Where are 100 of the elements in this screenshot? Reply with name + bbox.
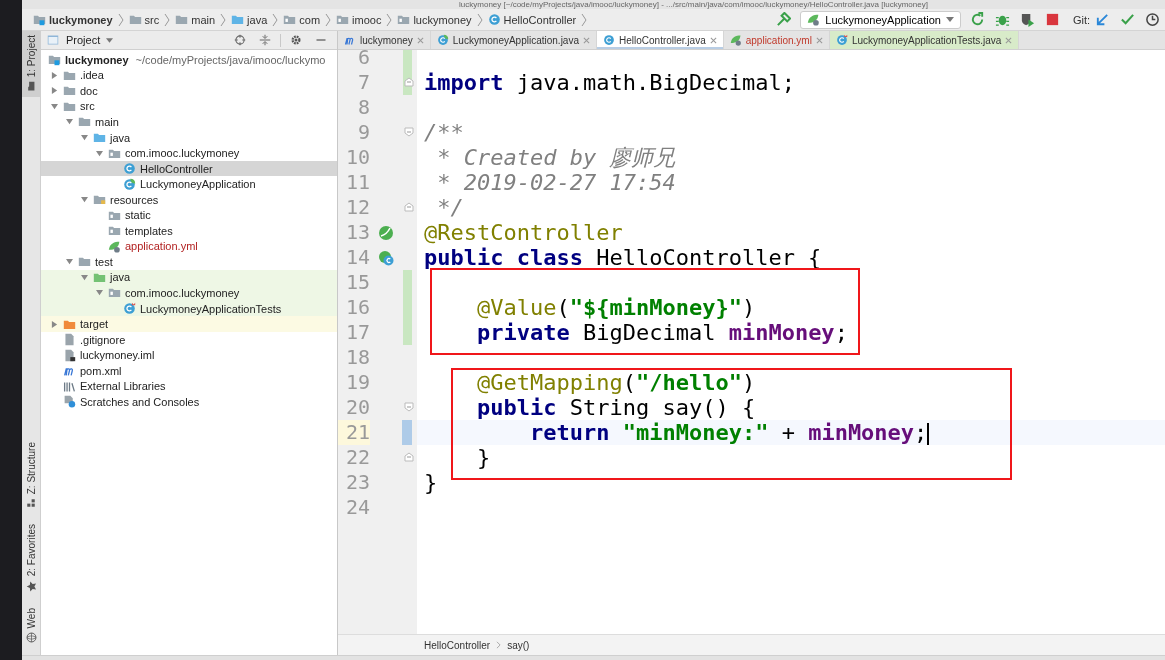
expanded-arrow-icon[interactable] [81, 134, 88, 141]
run-configuration-dropdown[interactable]: LuckymoneyApplication [800, 10, 961, 29]
editor-breadcrumb-item[interactable]: HelloController [424, 639, 491, 651]
close-icon[interactable] [583, 36, 590, 44]
folder-icon [78, 255, 91, 269]
expanded-arrow-icon[interactable] [51, 102, 58, 110]
close-icon[interactable] [709, 36, 717, 44]
source-folder-icon [231, 13, 245, 26]
collapsed-arrow-icon[interactable] [51, 320, 58, 328]
tree-item[interactable]: resources [110, 193, 159, 206]
stop-icon[interactable] [1044, 12, 1060, 27]
expanded-arrow-icon[interactable] [96, 289, 103, 297]
bean-icon[interactable] [377, 224, 394, 241]
chevron-icon [496, 641, 502, 649]
chevron-icon [325, 12, 332, 27]
tree-item[interactable]: java [110, 131, 131, 144]
tree-item[interactable]: test [95, 255, 113, 268]
project-root-name[interactable]: luckymoney [65, 53, 129, 66]
spring-class-icon[interactable] [377, 249, 394, 266]
tree-item[interactable]: static [125, 209, 151, 222]
tool-window-tab[interactable]: 2: Favorites [22, 520, 40, 598]
collapsed-arrow-icon[interactable] [51, 87, 58, 95]
tree-item[interactable]: pom.xml [80, 364, 122, 377]
spring-class-icon [436, 34, 449, 46]
breadcrumb-item[interactable]: luckymoney [30, 13, 116, 26]
change-marker[interactable] [403, 320, 412, 345]
tool-window-tab[interactable]: Z: Structure [22, 438, 40, 515]
chevron-icon [386, 12, 393, 27]
expanded-arrow-icon[interactable] [66, 118, 73, 126]
tree-item[interactable]: templates [125, 224, 173, 237]
expanded-arrow-icon[interactable] [96, 149, 103, 157]
fold-marker-icon[interactable] [404, 202, 414, 212]
folder-icon [175, 13, 189, 26]
settings-icon[interactable] [290, 34, 302, 46]
tree-item[interactable]: External Libraries [80, 380, 166, 393]
project-view-dropdown[interactable]: Project [64, 34, 116, 46]
tree-item[interactable]: .gitignore [80, 333, 126, 346]
expanded-arrow-icon[interactable] [81, 273, 88, 281]
fold-marker-icon[interactable] [404, 402, 414, 412]
tree-item[interactable]: java [110, 271, 131, 284]
change-marker[interactable] [403, 270, 412, 295]
git-label: Git: [1072, 13, 1090, 26]
tree-item[interactable]: com.imooc.luckymoney [125, 147, 240, 160]
clock-icon[interactable] [1145, 12, 1160, 27]
editor-tab[interactable]: application.yml [723, 31, 830, 49]
tree-item[interactable]: application.yml [125, 240, 198, 253]
line-number: 14 [344, 245, 370, 270]
tree-item[interactable]: target [80, 318, 109, 331]
editor-tab[interactable]: HelloController.java [597, 31, 724, 49]
code-line: public String say() { [477, 395, 756, 420]
collapse-all-icon[interactable] [259, 34, 271, 46]
code-line: @RestController [424, 220, 623, 245]
expanded-arrow-icon[interactable] [66, 258, 73, 266]
tool-window-tab[interactable]: Web [22, 603, 40, 649]
breadcrumb-item[interactable]: com [280, 13, 324, 26]
fold-marker-icon[interactable] [404, 127, 414, 137]
close-icon[interactable] [416, 36, 424, 44]
arrow-down-left-icon[interactable] [1095, 12, 1110, 27]
hammer-icon[interactable] [776, 12, 792, 27]
tree-item[interactable]: luckymoney.iml [80, 349, 155, 362]
line-number: 11 [344, 170, 370, 195]
star-icon [25, 580, 37, 592]
line-number: 17 [344, 320, 370, 345]
breadcrumb-item[interactable]: java [228, 13, 271, 26]
code-line: } [424, 470, 438, 495]
fold-marker-icon[interactable] [404, 77, 414, 87]
line-number: 18 [344, 345, 370, 370]
caret-icon [106, 37, 114, 43]
breadcrumb-item[interactable]: luckymoney [394, 13, 475, 26]
line-number: 23 [344, 470, 370, 495]
editor-tab[interactable]: luckymoney [338, 31, 431, 49]
code-line: private BigDecimal minMoney; [477, 320, 848, 345]
line-number: 16 [344, 295, 370, 320]
leaf-config-icon [729, 34, 742, 46]
tool-window-tab[interactable]: 1: Project [22, 31, 40, 98]
close-icon[interactable] [1005, 36, 1013, 44]
close-icon[interactable] [815, 36, 823, 44]
tree-item[interactable]: HelloController [140, 162, 213, 175]
breadcrumb-item[interactable]: imooc [333, 13, 385, 26]
checkmark-icon[interactable] [1120, 12, 1135, 27]
tree-item[interactable]: main [95, 115, 119, 128]
line-number: 19 [344, 370, 370, 395]
breadcrumb-item[interactable]: HelloController [484, 13, 580, 26]
change-marker[interactable] [403, 50, 412, 70]
editor-tab[interactable]: LuckymoneyApplicationTests.java [829, 31, 1020, 49]
expanded-arrow-icon[interactable] [81, 196, 88, 204]
editor-breadcrumb-item[interactable]: say() [507, 639, 530, 651]
fold-marker-icon[interactable] [404, 452, 414, 462]
tree-item[interactable]: LuckymoneyApplication [140, 178, 256, 191]
breadcrumb-item[interactable]: src [125, 13, 163, 26]
tree-item[interactable]: .idea [80, 69, 104, 82]
rerun-icon[interactable] [969, 12, 985, 27]
tree-item[interactable]: Scratches and Consoles [80, 395, 200, 408]
tree-item[interactable]: src [80, 100, 95, 113]
collapsed-arrow-icon[interactable] [51, 71, 58, 79]
shield-play-icon[interactable] [1019, 12, 1035, 27]
breadcrumb-item[interactable]: main [172, 13, 219, 26]
line-number: 24 [344, 495, 370, 520]
tree-item[interactable]: doc [80, 84, 98, 97]
crosshair-icon[interactable] [234, 34, 246, 46]
